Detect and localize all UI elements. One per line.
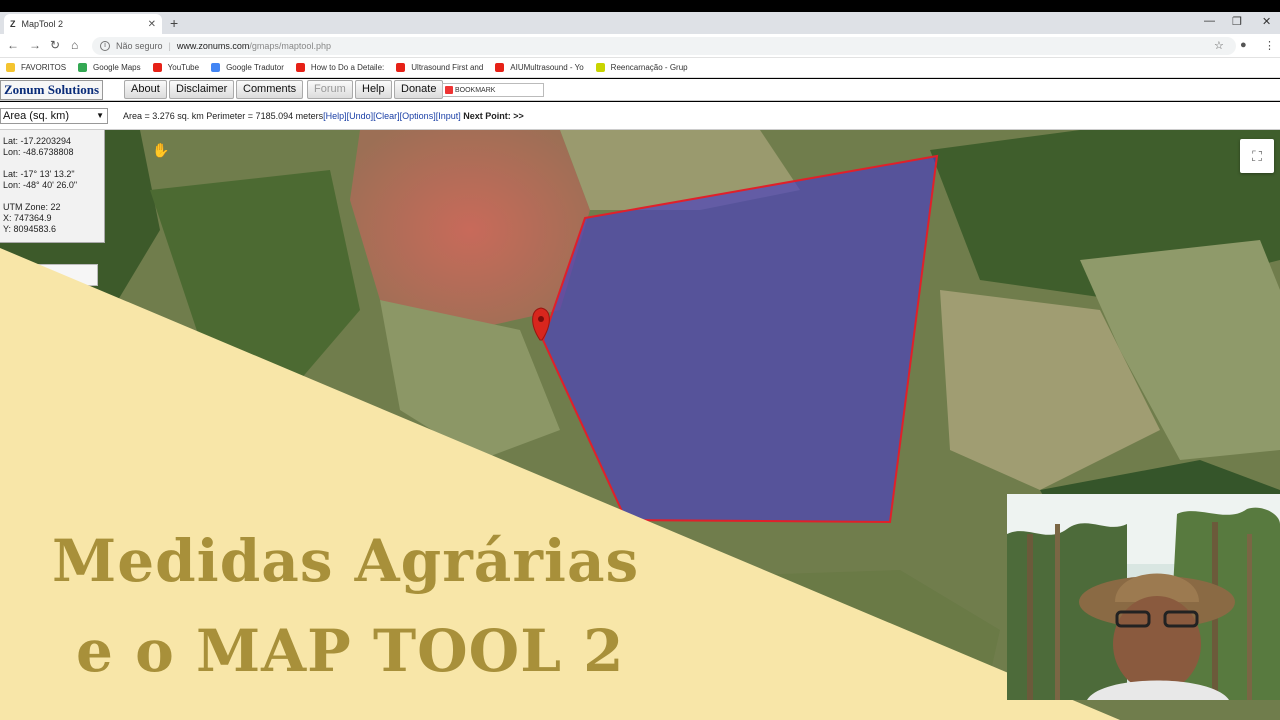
utm-y: Y: 8094583.6 (3, 224, 57, 234)
side-panel-button[interactable] (0, 264, 98, 286)
forward-icon[interactable]: → (29, 38, 41, 52)
bookmark-label: Google Maps (93, 63, 141, 72)
bookmark-label: BOOKMARK (455, 86, 496, 94)
next-point-link[interactable]: Next Point: >> (463, 111, 524, 121)
minimize-icon[interactable]: — (1204, 15, 1215, 27)
tab-title: MapTool 2 (21, 19, 64, 29)
star-icon[interactable]: ☆ (1214, 39, 1224, 52)
help-button[interactable]: Help (355, 80, 392, 99)
forum-button[interactable]: Forum (307, 80, 353, 99)
zonum-favicon-icon: Z (10, 19, 16, 29)
marker-dot (538, 316, 544, 322)
site-favicon-icon (152, 63, 162, 72)
menu-icon[interactable]: ⋮ (1264, 39, 1275, 52)
comments-button[interactable]: Comments (236, 80, 304, 99)
measure-mode-value: Area (sq. km) (3, 110, 70, 122)
bookmark-item[interactable]: How to Do a Detaile: (295, 63, 385, 72)
bookmark-label: FAVORITOS (21, 63, 67, 72)
chevron-down-icon: ▼ (96, 111, 104, 120)
lon-decimal: Lon: -48.6738808 (3, 147, 74, 157)
measure-mode-select[interactable]: Area (sq. km) ▼ (0, 108, 108, 124)
top-bezel (0, 0, 1280, 12)
bookmark-label: YouTube (167, 63, 200, 72)
input-link[interactable]: [Input] (436, 111, 461, 121)
address-host: www.zonums.com (176, 41, 250, 51)
headline-line-1: Medidas Agrárias (52, 527, 640, 595)
address-bar-row: ← → ↻ ⌂ i Não seguro | www.zonums.com /g… (0, 34, 1280, 58)
utm-zone: UTM Zone: 22 (3, 202, 61, 212)
disclaimer-button[interactable]: Disclaimer (169, 80, 235, 99)
bookmarks-bar: FAVORITOS Google Maps YouTube Google Tradut… (0, 58, 1280, 78)
bookmark-item[interactable]: AIUMultrasound - Yo (495, 63, 584, 72)
presenter-face (1113, 596, 1201, 692)
profile-icon[interactable]: ● (1240, 39, 1247, 51)
address-path: /gmaps/maptool.php (249, 41, 331, 51)
home-icon[interactable]: ⌂ (71, 38, 78, 52)
page-toolbar: Zonum Solutions About Disclaimer Comment… (0, 79, 1280, 101)
hand-cursor-icon: ✋ (152, 142, 170, 158)
folder-icon (6, 63, 15, 72)
tab-strip: Z MapTool 2 ✕ + — ❐ ✕ (0, 12, 1280, 34)
reload-icon[interactable]: ↻ (50, 38, 60, 52)
bookmark-label: Google Tradutor (226, 63, 284, 72)
bookmark-item[interactable]: Google Tradutor (211, 63, 284, 72)
area-perimeter-text: Area = 3.276 sq. km Perimeter = 7185.094… (123, 111, 324, 121)
site-favicon-icon (295, 63, 305, 72)
undo-link[interactable]: [Undo] (347, 111, 374, 121)
bookmark-item[interactable]: Reencarnação - Grup (595, 63, 688, 72)
bookmark-label: AIUMultrasound - Yo (510, 63, 584, 72)
info-icon[interactable]: i (100, 41, 110, 51)
bookmark-label: Reencarnação - Grup (610, 63, 688, 72)
restore-icon[interactable]: ❐ (1232, 15, 1242, 28)
site-favicon-icon (78, 63, 88, 72)
new-tab-button[interactable]: + (170, 15, 178, 31)
close-tab-icon[interactable]: ✕ (148, 19, 156, 30)
presenter-image (1007, 494, 1280, 700)
address-input[interactable]: i Não seguro | www.zonums.com /gmaps/map… (92, 37, 1236, 55)
measure-bar: Area (sq. km) ▼ Area = 3.276 sq. km Peri… (0, 102, 1280, 130)
window-close-icon[interactable]: ✕ (1262, 15, 1271, 28)
about-button[interactable]: About (124, 80, 167, 99)
bookmark-share-button[interactable]: BOOKMARK (442, 83, 544, 97)
presenter-webcam (1007, 494, 1280, 700)
options-link[interactable]: [Options] (400, 111, 436, 121)
lat-dms: Lat: -17° 13' 13.2" (3, 169, 75, 179)
measure-readout: Area = 3.276 sq. km Perimeter = 7185.094… (123, 111, 524, 121)
clear-link[interactable]: [Clear] (373, 111, 400, 121)
coordinate-panel: Lat: -17.2203294 Lon: -48.6738808 Lat: -… (0, 130, 105, 243)
zonum-logo[interactable]: Zonum Solutions (0, 80, 104, 100)
headline-line-2: e o MAP TOOL 2 (76, 617, 625, 685)
bookmark-plus-icon (445, 86, 453, 94)
fullscreen-icon[interactable]: ⛶ (1240, 139, 1274, 173)
site-favicon-icon (396, 63, 406, 72)
help-link[interactable]: [Help] (323, 111, 347, 121)
bookmark-item[interactable]: YouTube (152, 63, 200, 72)
lat-decimal: Lat: -17.2203294 (3, 136, 72, 146)
bookmark-item[interactable]: Google Maps (78, 63, 141, 72)
site-favicon-icon (495, 63, 505, 72)
back-icon[interactable]: ← (7, 38, 19, 52)
lon-dms: Lon: -48° 40' 26.0" (3, 180, 78, 190)
site-favicon-icon (211, 63, 221, 72)
bookmark-label: How to Do a Detaile: (310, 63, 385, 72)
security-label: Não seguro (116, 41, 163, 51)
bare-field (350, 130, 590, 330)
donate-button[interactable]: Donate (394, 80, 444, 99)
bookmark-item[interactable]: Ultrasound First and (396, 63, 483, 72)
browser-tab[interactable]: Z MapTool 2 ✕ (4, 14, 162, 34)
bookmark-item[interactable]: FAVORITOS (6, 63, 66, 72)
bookmark-label: Ultrasound First and (411, 63, 484, 72)
site-favicon-icon (595, 63, 605, 72)
utm-x: X: 747364.9 (3, 213, 52, 223)
